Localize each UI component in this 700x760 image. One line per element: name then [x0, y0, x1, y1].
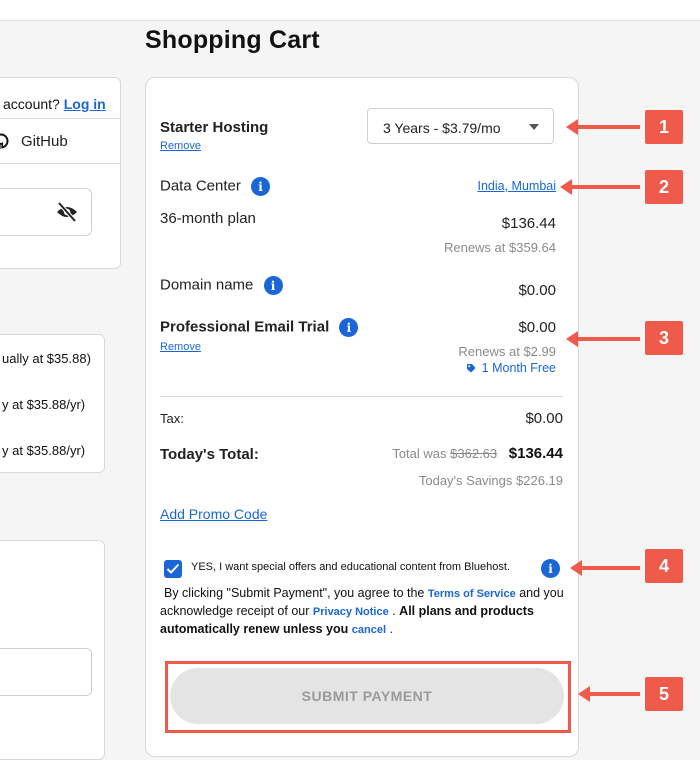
term-select[interactable]: 3 Years - $3.79/mo — [367, 108, 554, 144]
offers-checkbox-label: YES, I want special offers and education… — [191, 561, 510, 573]
data-center-link[interactable]: India, Mumbai — [477, 179, 556, 193]
payment-input[interactable] — [0, 648, 92, 696]
annotation-arrow — [566, 331, 640, 347]
terms-of-service-link[interactable]: Terms of Service — [428, 588, 516, 600]
remove-email-link[interactable]: Remove — [160, 341, 201, 353]
annotation-badge: 1 — [645, 110, 683, 144]
billing-option[interactable]: ually at $35.88) — [2, 351, 91, 366]
email-promo: 1 Month Free — [466, 361, 556, 376]
top-bar — [0, 0, 700, 21]
submit-payment-button[interactable]: SUBMIT PAYMENT — [170, 668, 564, 724]
plan-renews: Renews at $359.64 — [443, 240, 556, 255]
annotation-badge: 4 — [645, 549, 683, 583]
annotation-arrow — [570, 560, 640, 576]
login-link[interactable]: Log in — [64, 96, 106, 112]
annotation-badge: 2 — [645, 170, 683, 204]
remove-product-link[interactable]: Remove — [160, 140, 201, 152]
info-icon[interactable]: i — [541, 559, 560, 578]
password-input[interactable] — [0, 188, 92, 236]
page-title: Shopping Cart — [145, 26, 320, 54]
total-savings: Today's Savings $226.19 — [418, 473, 563, 488]
domain-price: $0.00 — [518, 282, 556, 299]
github-icon — [0, 133, 15, 149]
annotation-badge: 3 — [645, 321, 683, 355]
info-icon[interactable]: i — [263, 276, 283, 295]
cart-card: Starter Hosting Remove 3 Years - $3.79/m… — [145, 77, 579, 757]
product-name: Starter Hosting — [160, 119, 269, 136]
total-block: Total was $362.63 $136.44 — [392, 445, 563, 462]
plan-label: 36-month plan — [160, 210, 256, 227]
billing-option[interactable]: y at $35.88/yr) — [2, 397, 85, 412]
tag-icon — [466, 362, 476, 376]
email-label: Professional Email Trial i — [160, 318, 359, 337]
privacy-notice-link[interactable]: Privacy Notice — [313, 606, 389, 618]
total-was-value: $362.63 — [450, 446, 498, 461]
email-price: $0.00 — [518, 319, 556, 336]
cancel-link[interactable]: cancel — [352, 624, 386, 636]
total-label: Today's Total: — [160, 446, 259, 463]
tax-value: $0.00 — [525, 410, 563, 427]
eye-slash-icon[interactable] — [55, 201, 79, 228]
legal-text: By clicking "Submit Payment", you agree … — [160, 586, 564, 636]
info-icon[interactable]: i — [251, 177, 271, 196]
total-value: $136.44 — [508, 445, 563, 462]
submit-highlight: SUBMIT PAYMENT — [165, 661, 571, 733]
email-renews: Renews at $2.99 — [458, 344, 556, 359]
chevron-down-icon — [529, 124, 539, 130]
data-center-label: Data Center i — [160, 177, 271, 196]
annotation-badge: 5 — [645, 677, 683, 711]
annotation-arrow — [578, 686, 640, 702]
offers-checkbox[interactable] — [164, 560, 182, 578]
github-button[interactable]: GitHub — [0, 118, 105, 164]
billing-option[interactable]: y at $35.88/yr) — [2, 443, 85, 458]
plan-price: $136.44 — [501, 215, 556, 232]
divider — [160, 396, 563, 397]
add-promo-code-link[interactable]: Add Promo Code — [160, 506, 267, 522]
info-icon[interactable]: i — [339, 318, 359, 337]
account-prompt: account? Log in — [3, 96, 106, 112]
annotation-arrow — [566, 119, 640, 135]
domain-label: Domain name i — [160, 276, 283, 295]
tax-label: Tax: — [160, 411, 184, 426]
annotation-arrow — [560, 179, 640, 195]
